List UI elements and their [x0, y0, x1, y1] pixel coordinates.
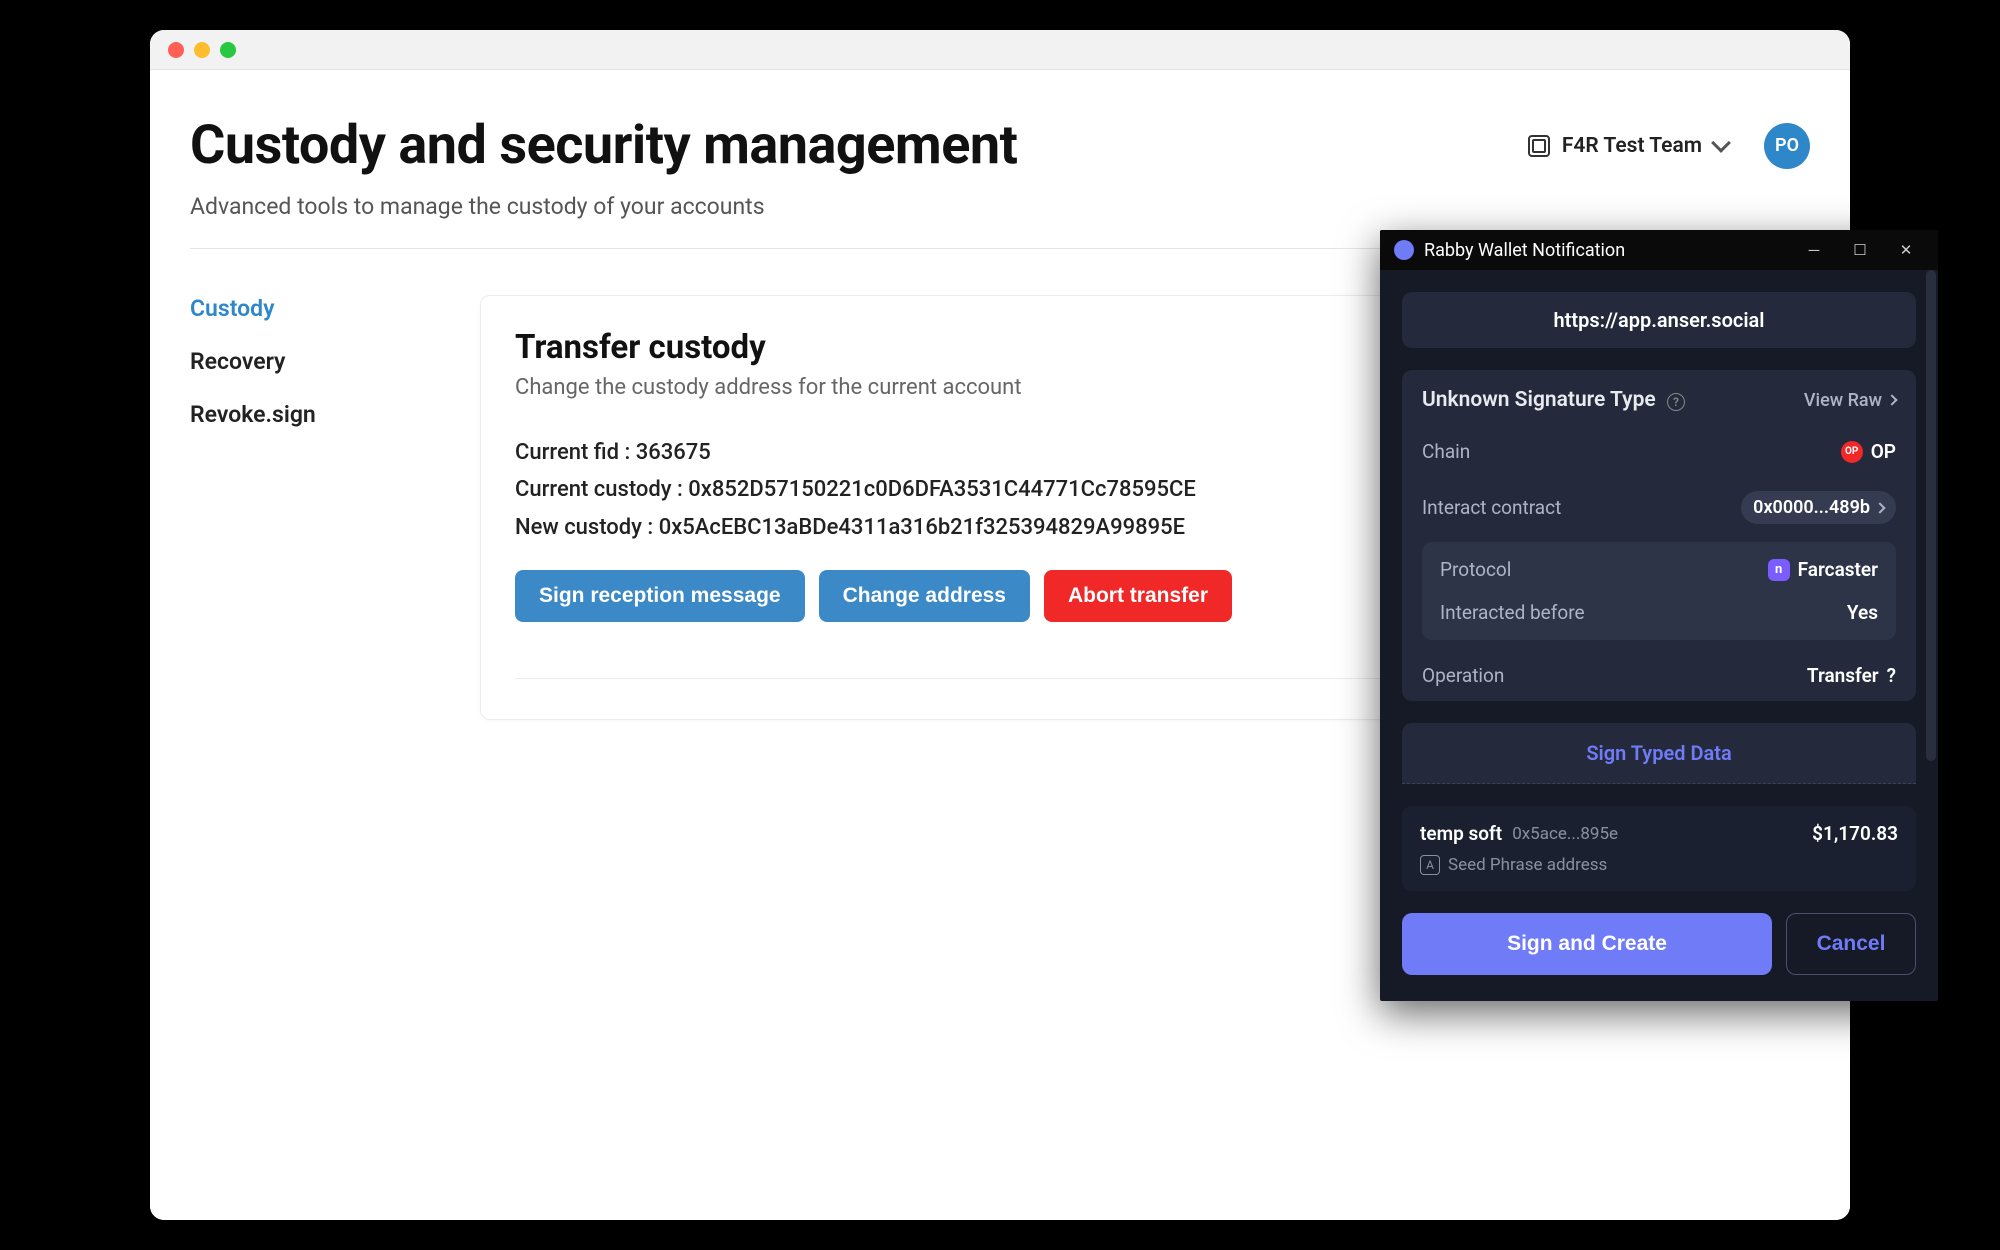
minimize-window-icon[interactable]	[194, 42, 210, 58]
rabby-body: https://app.anser.social Unknown Signatu…	[1380, 270, 1938, 784]
sidebar-item-recovery[interactable]: Recovery	[190, 348, 440, 375]
page-title: Custody and security management	[190, 114, 1017, 177]
current-custody-value: 0x852D57150221c0D6DFA3531C44771Cc78595CE	[688, 477, 1196, 502]
help-icon[interactable]: ?	[1667, 393, 1685, 411]
action-row: Sign and Create Cancel	[1380, 913, 1938, 1001]
sign-and-create-button[interactable]: Sign and Create	[1402, 913, 1772, 975]
chevron-right-icon	[1886, 394, 1897, 405]
chain-row: Chain OP OP	[1402, 426, 1916, 477]
chevron-right-icon	[1874, 502, 1885, 513]
interacted-value: Yes	[1847, 601, 1878, 624]
rabby-wallet-popup: Rabby Wallet Notification ─ ☐ ✕ https://…	[1380, 230, 1938, 1001]
contract-address-pill[interactable]: 0x0000...489b	[1741, 491, 1896, 524]
account-type: Seed Phrase address	[1448, 855, 1607, 875]
protocol-row: Protocol n Farcaster	[1422, 548, 1896, 591]
cancel-button[interactable]: Cancel	[1786, 913, 1916, 975]
op-badge-icon: OP	[1841, 441, 1863, 463]
protocol-name: Farcaster	[1798, 558, 1878, 581]
sign-typed-data-header[interactable]: Sign Typed Data	[1402, 723, 1916, 784]
chain-label: Chain	[1422, 440, 1470, 463]
interacted-row: Interacted before Yes	[1422, 591, 1896, 634]
maximize-icon[interactable]: ☐	[1842, 241, 1878, 259]
change-address-button[interactable]: Change address	[819, 570, 1030, 622]
protocol-label: Protocol	[1440, 558, 1511, 581]
current-custody-label: Current custody :	[515, 477, 683, 502]
account-address: 0x5ace...895e	[1512, 824, 1618, 844]
account-top: temp soft 0x5ace...895e $1,170.83	[1420, 822, 1898, 845]
building-icon	[1528, 135, 1550, 157]
rabby-titlebar: Rabby Wallet Notification ─ ☐ ✕	[1380, 230, 1938, 270]
team-selector[interactable]: F4R Test Team	[1528, 134, 1728, 158]
abort-transfer-button[interactable]: Abort transfer	[1044, 570, 1232, 622]
contract-row: Interact contract 0x0000...489b	[1402, 477, 1916, 538]
farcaster-icon: n	[1768, 559, 1790, 581]
maximize-window-icon[interactable]	[220, 42, 236, 58]
signature-header: Unknown Signature Type ? View Raw	[1402, 370, 1916, 426]
close-window-icon[interactable]	[168, 42, 184, 58]
signature-type: Unknown Signature Type	[1422, 388, 1656, 412]
sidebar: Custody Recovery Revoke.sign	[190, 295, 440, 720]
view-raw-button[interactable]: View Raw	[1804, 390, 1896, 411]
new-custody-value: 0x5AcEBC13aBDe4311a316b21f325394829A9989…	[659, 515, 1185, 540]
operation-row: Operation Transfer ?	[1402, 650, 1916, 701]
view-raw-label: View Raw	[1804, 390, 1882, 411]
sidebar-item-custody[interactable]: Custody	[190, 295, 440, 322]
account-name: temp soft	[1420, 822, 1502, 845]
minimize-icon[interactable]: ─	[1796, 241, 1832, 259]
seed-phrase-icon: A	[1420, 855, 1440, 875]
scrollbar[interactable]	[1926, 270, 1936, 761]
operation-value: Transfer	[1807, 664, 1879, 687]
sign-reception-button[interactable]: Sign reception message	[515, 570, 805, 622]
operation-label: Operation	[1422, 664, 1504, 687]
team-name: F4R Test Team	[1562, 134, 1702, 158]
contract-label: Interact contract	[1422, 496, 1561, 519]
page-subtitle: Advanced tools to manage the custody of …	[190, 193, 1810, 220]
origin-url: https://app.anser.social	[1402, 292, 1916, 348]
help-icon[interactable]: ?	[1887, 664, 1896, 687]
chain-name: OP	[1871, 440, 1896, 463]
fid-label: Current fid :	[515, 440, 630, 465]
avatar[interactable]: PO	[1764, 123, 1810, 169]
fid-value: 363675	[636, 440, 711, 465]
contract-details: Protocol n Farcaster Interacted before Y…	[1422, 542, 1896, 640]
sidebar-item-revoke[interactable]: Revoke.sign	[190, 401, 440, 428]
interacted-label: Interacted before	[1440, 601, 1585, 624]
signature-panel: Unknown Signature Type ? View Raw Chain …	[1402, 370, 1916, 701]
header-row: Custody and security management F4R Test…	[190, 114, 1810, 177]
rabby-window-title: Rabby Wallet Notification	[1424, 240, 1625, 261]
account-balance: $1,170.83	[1812, 822, 1898, 845]
close-icon[interactable]: ✕	[1888, 241, 1924, 259]
new-custody-label: New custody :	[515, 515, 653, 540]
account-type-row: A Seed Phrase address	[1420, 855, 1898, 875]
chevron-down-icon	[1711, 133, 1731, 153]
rabby-logo-icon	[1394, 240, 1414, 260]
mac-titlebar	[150, 30, 1850, 70]
contract-address: 0x0000...489b	[1753, 497, 1870, 518]
account-row[interactable]: temp soft 0x5ace...895e $1,170.83 A Seed…	[1402, 806, 1916, 891]
